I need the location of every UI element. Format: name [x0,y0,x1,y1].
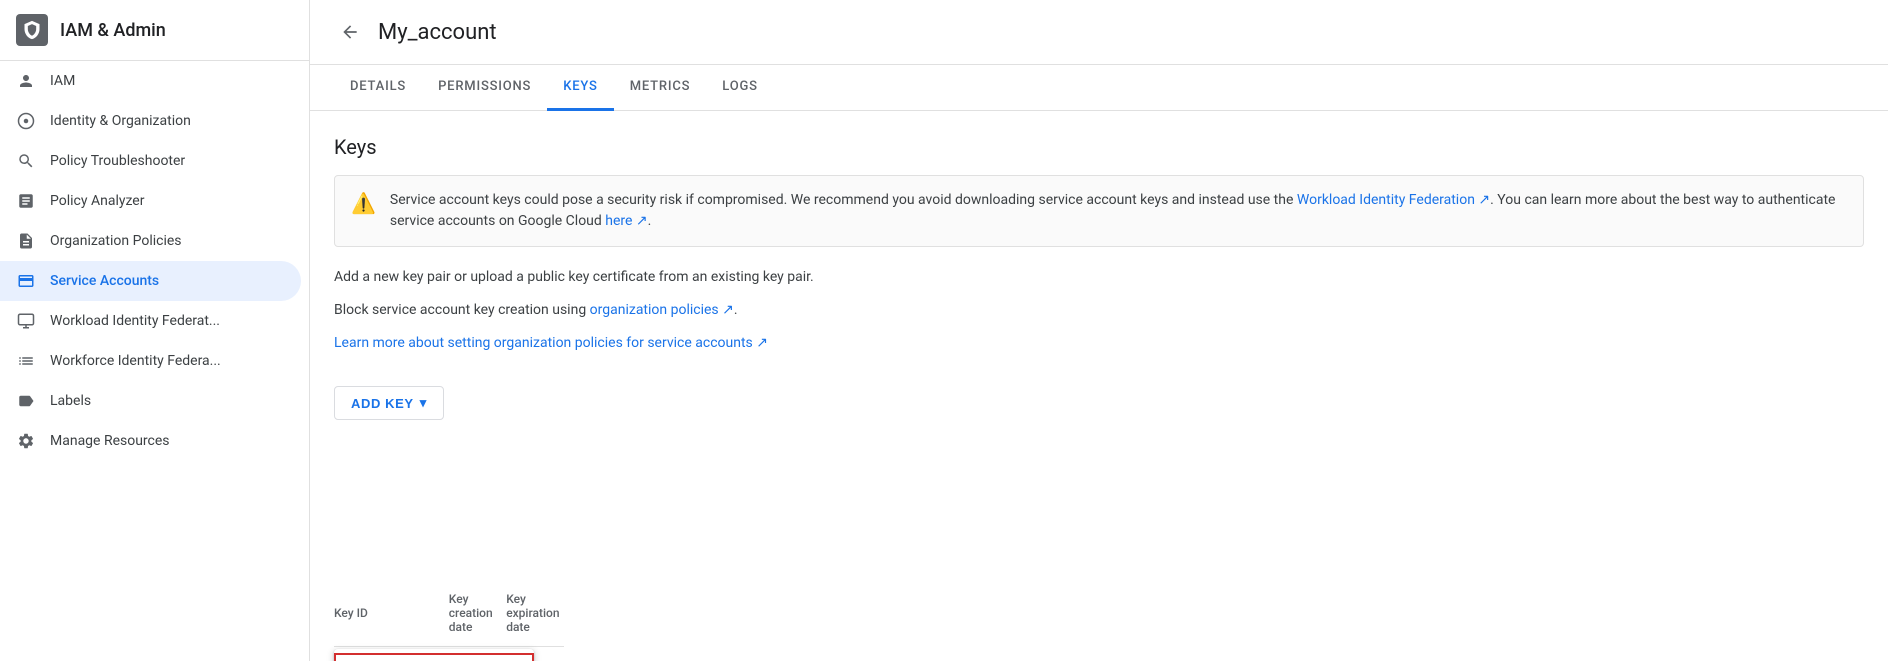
tab-permissions[interactable]: PERMISSIONS [422,65,547,111]
sidebar-item-identity-org[interactable]: Identity & Organization [0,101,301,141]
learn-more-link[interactable]: Learn more about setting organization po… [334,335,768,351]
main-content: My_account DETAILS PERMISSIONS KEYS METR… [310,0,1888,661]
add-key-dropdown-menu: Create new key Upload existing key [334,649,534,661]
sidebar-item-policy-analyzer-label: Policy Analyzer [50,193,285,209]
workload-identity-link[interactable]: Workload Identity Federation ↗ [1297,192,1490,208]
sidebar-item-workforce-identity-label: Workforce Identity Federa... [50,353,285,369]
org-policies-link[interactable]: organization policies ↗ [590,302,734,318]
sidebar-item-workload-identity[interactable]: Workload Identity Federat... [0,301,301,341]
policy-troubleshooter-icon [16,151,36,171]
sidebar-item-workload-identity-label: Workload Identity Federat... [50,313,285,329]
description-1: Add a new key pair or upload a public ke… [334,267,1864,288]
sidebar-item-service-accounts-label: Service Accounts [50,273,285,289]
sidebar: IAM & Admin IAM Identity & Organization … [0,0,310,661]
app-icon [16,14,48,46]
org-policies-icon [16,231,36,251]
sidebar-item-org-policies-label: Organization Policies [50,233,285,249]
sidebar-item-iam-label: IAM [50,73,285,89]
table-col-expiration-date: Key expiration date [506,592,563,634]
sidebar-item-policy-troubleshooter-label: Policy Troubleshooter [50,153,285,169]
sidebar-item-manage-resources[interactable]: Manage Resources [0,421,301,461]
dropdown-create-new-key[interactable]: Create new key [334,653,534,661]
labels-icon [16,391,36,411]
sidebar-item-identity-org-label: Identity & Organization [50,113,285,129]
table-col-key-id: Key ID [334,606,449,620]
sidebar-item-labels[interactable]: Labels [0,381,301,421]
main-header: My_account [310,0,1888,65]
tab-details[interactable]: DETAILS [334,65,422,111]
identity-org-icon [16,111,36,131]
description-2: Block service account key creation using… [334,300,1864,321]
tab-metrics[interactable]: METRICS [614,65,707,111]
back-button[interactable] [334,16,366,48]
keys-content: Keys ⚠️ Service account keys could pose … [310,111,1888,661]
sidebar-item-policy-troubleshooter[interactable]: Policy Troubleshooter [0,141,301,181]
sidebar-item-org-policies[interactable]: Organization Policies [0,221,301,261]
tab-logs[interactable]: LOGS [706,65,774,111]
description-3: Learn more about setting organization po… [334,333,1864,354]
page-title: My_account [378,20,497,45]
tab-keys[interactable]: KEYS [547,65,613,111]
app-title: IAM & Admin [60,20,166,41]
sidebar-header: IAM & Admin [0,0,309,61]
add-key-button[interactable]: ADD KEY ▾ [334,386,444,420]
sidebar-item-service-accounts[interactable]: Service Accounts [0,261,301,301]
iam-icon [16,71,36,91]
manage-resources-icon [16,431,36,451]
add-key-dropdown-container: ADD KEY ▾ Create new key Upload existing… [334,386,564,647]
service-accounts-icon [16,271,36,291]
table-col-creation-date: Key creation date [449,592,506,634]
sidebar-item-workforce-identity[interactable]: Workforce Identity Federa... [0,341,301,381]
warning-icon: ⚠️ [351,191,376,215]
tabs-nav: DETAILS PERMISSIONS KEYS METRICS LOGS [310,65,1888,111]
here-link[interactable]: here ↗ [605,213,647,229]
warning-banner: ⚠️ Service account keys could pose a sec… [334,175,1864,247]
sidebar-item-iam[interactable]: IAM [0,61,301,101]
warning-text: Service account keys could pose a securi… [390,190,1847,232]
workforce-identity-icon [16,351,36,371]
keys-table-header: Key ID Key creation date Key expiration … [334,580,564,647]
policy-analyzer-icon [16,191,36,211]
keys-section-title: Keys [334,135,1864,159]
sidebar-item-manage-resources-label: Manage Resources [50,433,285,449]
sidebar-item-labels-label: Labels [50,393,285,409]
sidebar-item-policy-analyzer[interactable]: Policy Analyzer [0,181,301,221]
workload-identity-icon [16,311,36,331]
